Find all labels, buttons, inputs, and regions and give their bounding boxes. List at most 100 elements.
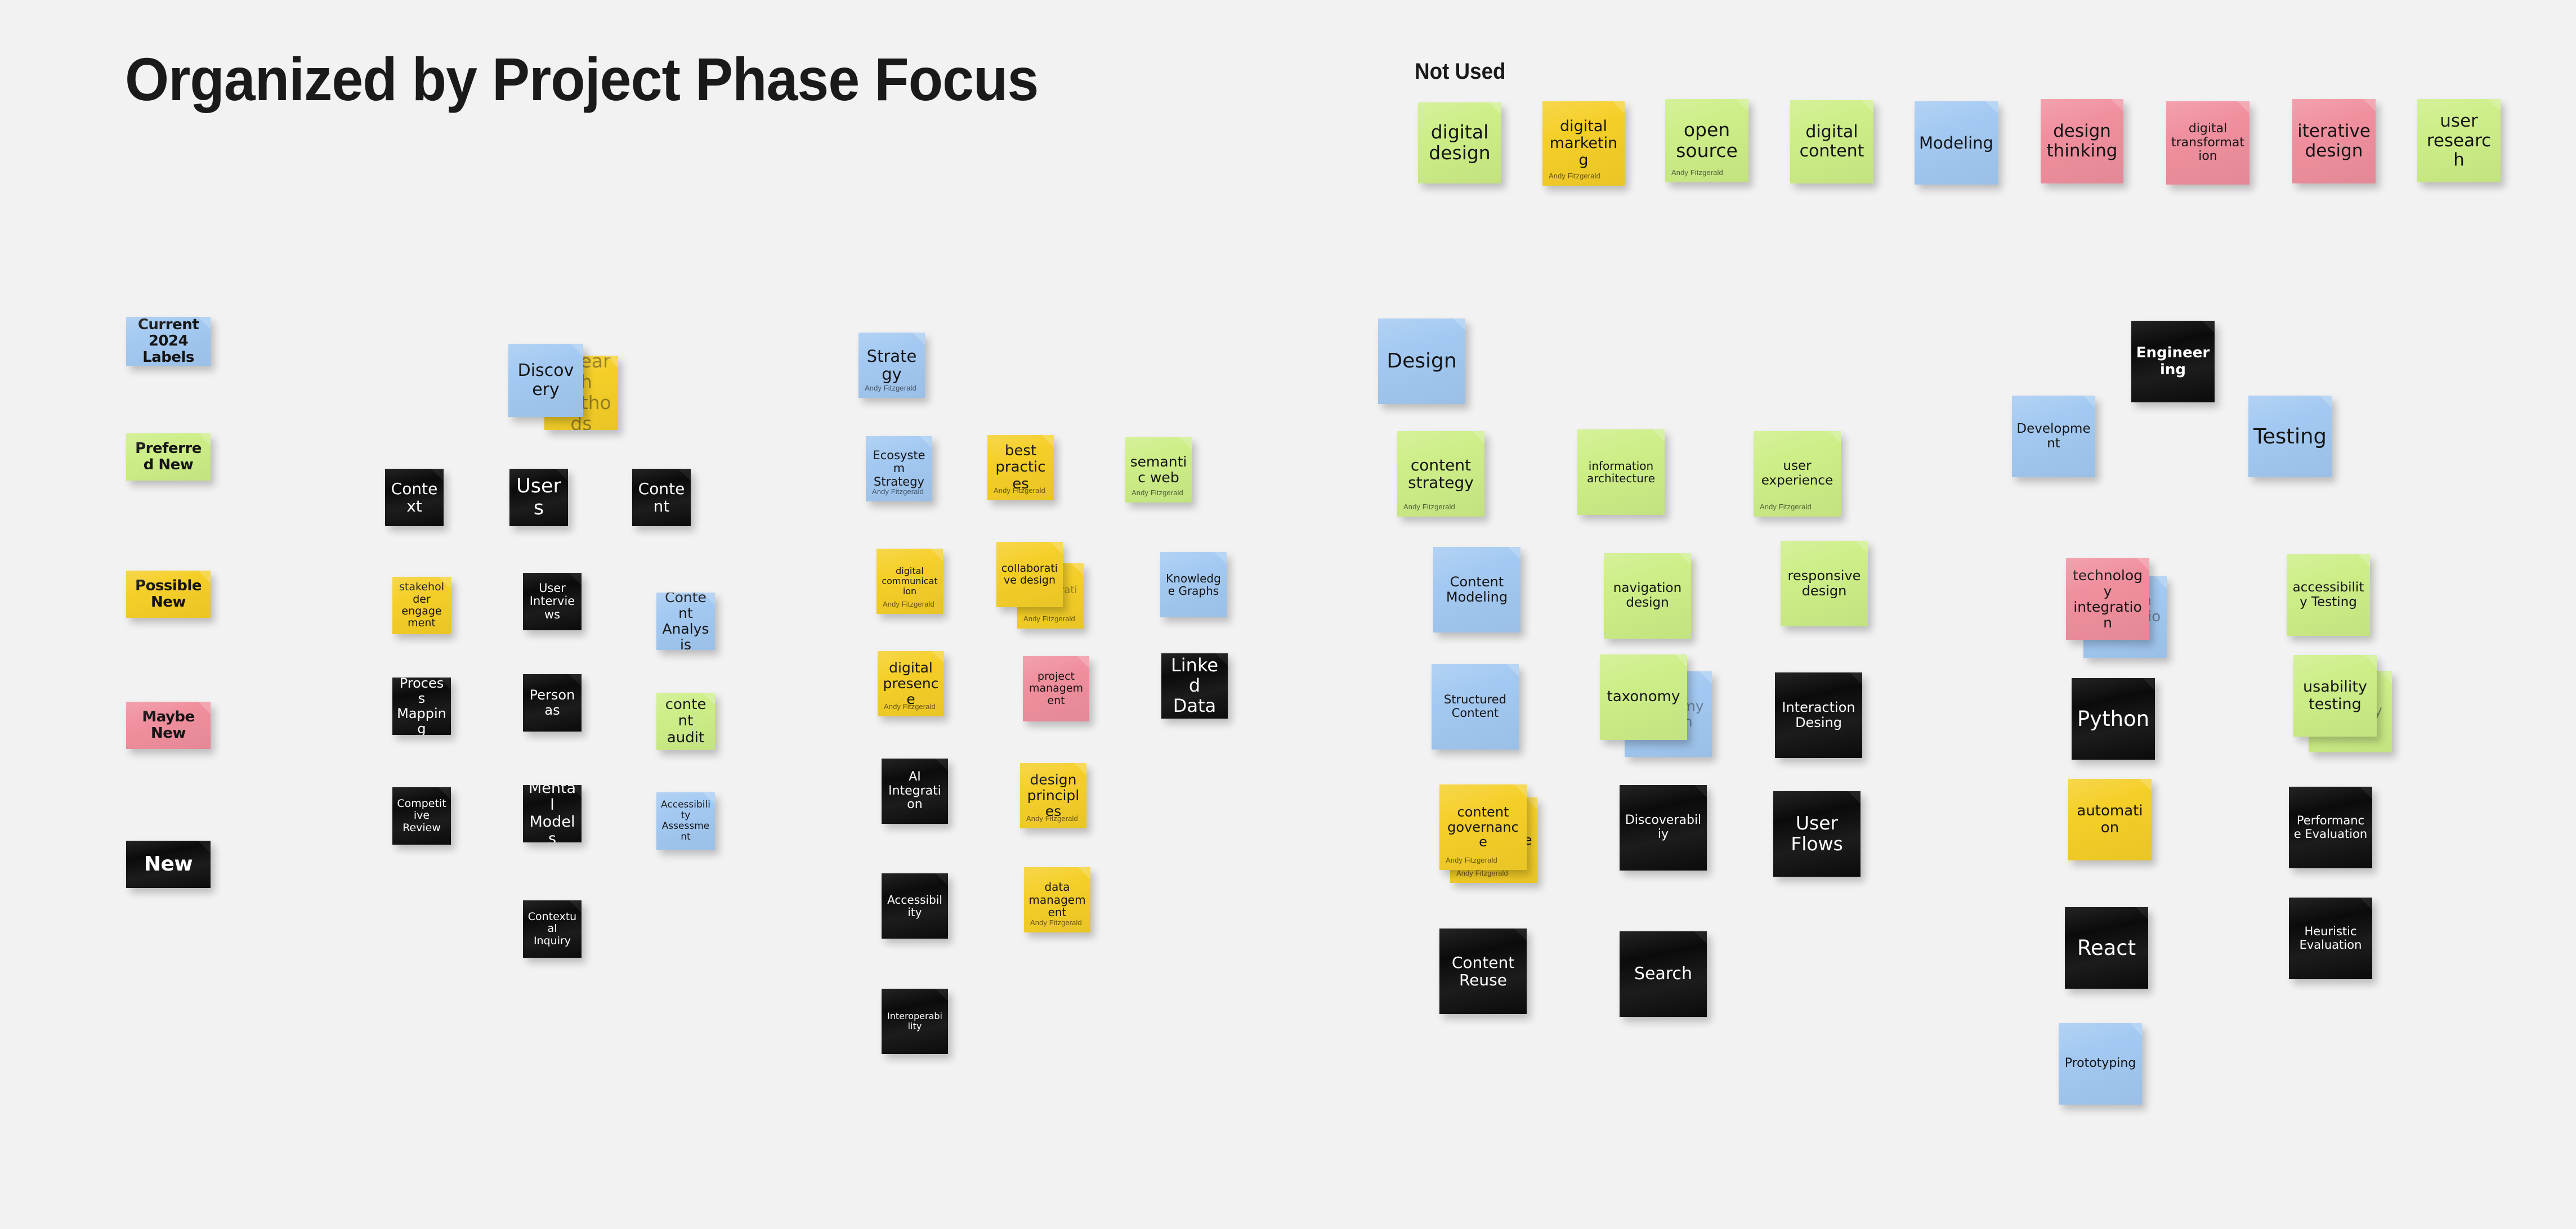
note-data-management[interactable]: data management Andy Fitzgerald	[1024, 867, 1090, 932]
note-ecosystem-strategy[interactable]: Ecosystem Strategy Andy Fitzgerald	[866, 436, 932, 501]
note-author: Andy Fitzgerald	[1760, 503, 1812, 512]
legend-item-preferred-new[interactable]: Preferred New	[126, 433, 211, 481]
note-content-audit[interactable]: content audit	[656, 693, 715, 750]
not-used-note[interactable]: iterative design	[2292, 99, 2376, 183]
note-users[interactable]: Users	[509, 469, 568, 526]
not-used-note[interactable]: Modeling	[1915, 101, 1998, 185]
note-author: Andy Fitzgerald	[865, 384, 916, 393]
note-label: user experience	[1761, 459, 1833, 488]
note-label: Interoperability	[887, 1011, 942, 1031]
legend-label: New	[144, 852, 193, 876]
not-used-note[interactable]: digital design	[1418, 102, 1501, 183]
note-prototyping[interactable]: Prototyping	[2059, 1023, 2142, 1105]
not-used-note[interactable]: design thinking	[2041, 99, 2123, 183]
note-ai-integration[interactable]: AI Integration	[882, 759, 948, 824]
note-search[interactable]: Search	[1620, 931, 1707, 1017]
note-automation[interactable]: automation	[2068, 779, 2152, 860]
note-digital-communication[interactable]: digital communication Andy Fitzgerald	[876, 549, 943, 614]
note-interoperability[interactable]: Interoperability	[882, 989, 948, 1054]
not-used-note[interactable]: digital content	[1790, 100, 1873, 183]
note-personas[interactable]: Personas	[523, 674, 582, 732]
note-heuristic-evaluation[interactable]: Heuristic Evaluation	[2289, 898, 2372, 979]
note-context[interactable]: Context	[385, 469, 444, 526]
note-label: Context	[391, 479, 438, 515]
page-title: Organized by Project Phase Focus	[125, 45, 1039, 113]
note-accessibility[interactable]: Accessibility	[882, 873, 948, 939]
note-label: Personas	[529, 687, 575, 718]
note-project-management[interactable]: project management	[1023, 656, 1089, 721]
note-development[interactable]: Development	[2012, 396, 2095, 477]
note-author: Andy Fitzgerald	[1456, 869, 1508, 878]
note-content-analysis[interactable]: Content Analysis	[656, 593, 715, 650]
note-knowledge-graphs[interactable]: Knowledge Graphs	[1160, 552, 1227, 617]
note-digital-presence[interactable]: digital presence Andy Fitzgerald	[878, 651, 944, 716]
note-label: Engineering	[2136, 344, 2210, 378]
note-user-flows[interactable]: User Flows	[1773, 791, 1861, 877]
note-author: Andy Fitzgerald	[1023, 614, 1075, 624]
note-best-practices[interactable]: best practices Andy Fitzgerald	[987, 435, 1054, 500]
note-content-reuse[interactable]: Content Reuse	[1439, 929, 1527, 1014]
note-structured-content[interactable]: Structured Content	[1432, 664, 1519, 750]
legend-item-new[interactable]: New	[126, 841, 211, 888]
note-discoverabiliy[interactable]: Discoverabiliy	[1620, 785, 1707, 871]
note-interaction-desing[interactable]: Interaction Desing	[1775, 672, 1862, 758]
note-label: design thinking	[2046, 121, 2118, 161]
note-performance-evaluation[interactable]: Performance Evaluation	[2289, 787, 2372, 868]
note-process-mapping[interactable]: Process Mapping	[392, 678, 451, 735]
note-user-experience[interactable]: user experience Andy Fitzgerald	[1754, 431, 1841, 517]
note-label: Content	[638, 479, 685, 515]
note-author: Andy Fitzgerald	[1030, 918, 1082, 927]
note-stakeholder-engagement[interactable]: stakeholder engagement	[392, 577, 451, 634]
note-accessibility-assessment[interactable]: Accessibility Assessment	[656, 792, 715, 850]
cluster-header-engineering[interactable]: Engineering	[2131, 321, 2215, 402]
legend-item-possible-new[interactable]: Possible New	[126, 571, 211, 618]
note-label: Contextual Inquiry	[527, 910, 577, 947]
note-accessibility-testing[interactable]: accessibility Testing	[2287, 554, 2370, 636]
note-usability-testing[interactable]: usability testing	[2293, 655, 2377, 737]
note-label: digital communication	[882, 566, 938, 596]
note-label: navigation design	[1613, 581, 1682, 610]
note-contextual-inquiry[interactable]: Contextual Inquiry	[523, 900, 582, 958]
note-information-architecture[interactable]: information architecture	[1577, 429, 1665, 515]
note-collaborative-design[interactable]: collaborative design	[996, 542, 1063, 607]
note-taxonomy[interactable]: taxonomy	[1600, 654, 1687, 740]
note-label: Structured Content	[1443, 693, 1507, 720]
cluster-header-discovery[interactable]: Discovery	[508, 344, 583, 417]
note-competitive-review[interactable]: Competitive Review	[392, 787, 451, 845]
legend-item-current-2024-labels[interactable]: Current 2024 Labels	[126, 317, 211, 366]
note-label: iterative design	[2297, 121, 2371, 161]
not-used-note[interactable]: open source Andy Fitzgerald	[1665, 99, 1748, 182]
note-linked-data[interactable]: Linked Data	[1161, 653, 1228, 719]
note-content[interactable]: Content	[632, 469, 691, 526]
note-label: Heuristic Evaluation	[2299, 924, 2362, 952]
note-label: data management	[1028, 880, 1086, 919]
legend-item-maybe-new[interactable]: Maybe New	[126, 702, 211, 749]
note-content-strategy[interactable]: content strategy Andy Fitzgerald	[1397, 431, 1484, 517]
note-design-principles[interactable]: design principles Andy Fitzgerald	[1020, 763, 1086, 828]
note-label: user research	[2426, 110, 2492, 171]
note-responsive-design[interactable]: responsive design	[1781, 541, 1868, 626]
note-react[interactable]: React	[2065, 907, 2148, 989]
note-label: best practices	[995, 442, 1046, 492]
note-user-interviews[interactable]: User Interviews	[523, 573, 582, 630]
note-label: Linked Data	[1170, 654, 1219, 716]
cluster-header-design[interactable]: Design	[1378, 319, 1465, 404]
note-mental-models[interactable]: Mental Models	[523, 785, 582, 842]
note-navigation-design[interactable]: navigation design	[1604, 553, 1691, 639]
note-author: Andy Fitzgerald	[1671, 168, 1723, 177]
note-testing[interactable]: Testing	[2248, 396, 2332, 477]
note-label: digital presence	[883, 660, 939, 707]
note-label: stakeholder engagement	[399, 581, 444, 630]
note-label: usability testing	[2303, 678, 2367, 713]
note-python[interactable]: Python	[2072, 678, 2155, 760]
note-author: Andy Fitzgerald	[884, 702, 936, 711]
not-used-note[interactable]: digital transformation	[2166, 101, 2249, 185]
note-content-modeling[interactable]: Content Modeling	[1433, 547, 1520, 633]
cluster-header-strategy[interactable]: Strategy Andy Fitzgerald	[858, 333, 925, 398]
note-content-governance[interactable]: content governance Andy Fitzgerald	[1439, 784, 1527, 870]
note-technology-integration[interactable]: technology integration	[2066, 558, 2149, 640]
note-label: AI Integration	[888, 770, 941, 812]
note-semantic-web[interactable]: semantic web Andy Fitzgerald	[1125, 437, 1192, 503]
not-used-note[interactable]: digital marketing Andy Fitzgerald	[1542, 101, 1625, 186]
not-used-note[interactable]: user research	[2417, 99, 2501, 182]
